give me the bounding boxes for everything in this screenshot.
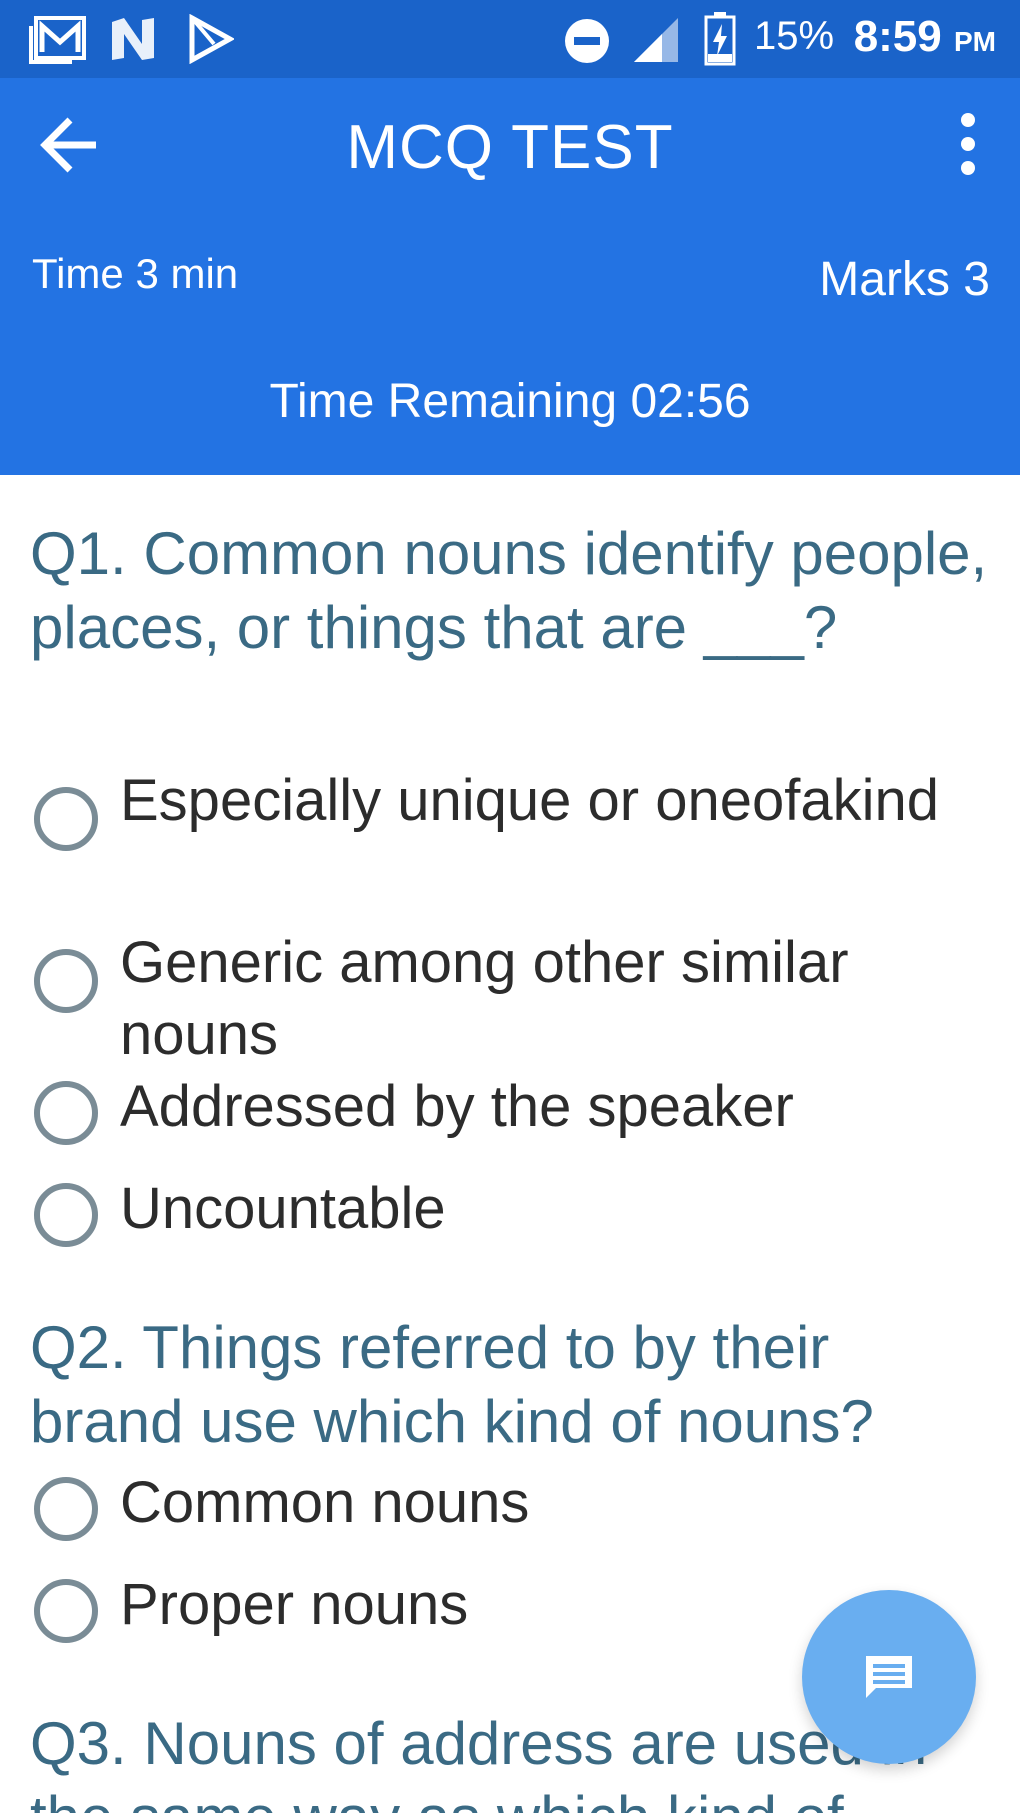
- play-store-icon: [188, 13, 236, 69]
- overflow-menu-button[interactable]: [948, 108, 988, 180]
- marks-info: Marks 3: [819, 253, 990, 306]
- n-icon: [108, 14, 158, 69]
- more-vert-icon: [961, 113, 975, 175]
- radio-button[interactable]: [34, 787, 98, 851]
- radio-button[interactable]: [34, 1579, 98, 1643]
- battery-charging-icon: [704, 12, 736, 71]
- radio-button[interactable]: [34, 1081, 98, 1145]
- question-text: Q1. Common nouns identify people, places…: [30, 520, 988, 661]
- option-label: Addressed by the speaker: [120, 1074, 794, 1139]
- radio-button[interactable]: [34, 1477, 98, 1541]
- gmail-icon: [28, 14, 88, 69]
- radio-button[interactable]: [34, 1183, 98, 1247]
- option-label: Uncountable: [120, 1176, 446, 1241]
- option-label: Common nouns: [120, 1470, 530, 1535]
- time-info: Time 3 min: [32, 250, 239, 297]
- app-bar: MCQ TEST Time 3 min Marks 3 Time Remaini…: [0, 78, 1020, 475]
- status-bar: 15% 8:59 PM: [0, 0, 1020, 78]
- do-not-disturb-icon: [564, 18, 610, 69]
- option-label: Generic among other similar nouns: [120, 930, 849, 1067]
- chat-icon: [866, 1656, 912, 1698]
- page-title: MCQ TEST: [346, 113, 674, 182]
- battery-percent: 15%: [754, 14, 835, 58]
- option-label: Especially unique or oneofakind: [120, 768, 939, 833]
- question-text: Q2. Things referred to by their brand us…: [30, 1314, 874, 1455]
- chat-fab-button[interactable]: [802, 1590, 976, 1764]
- clock-time: 8:59: [853, 12, 942, 61]
- clock: 8:59 PM: [854, 12, 996, 62]
- time-remaining: Time Remaining 02:56: [269, 375, 751, 428]
- clock-ampm: PM: [954, 26, 996, 57]
- radio-button[interactable]: [34, 949, 98, 1013]
- signal-icon: [632, 16, 680, 69]
